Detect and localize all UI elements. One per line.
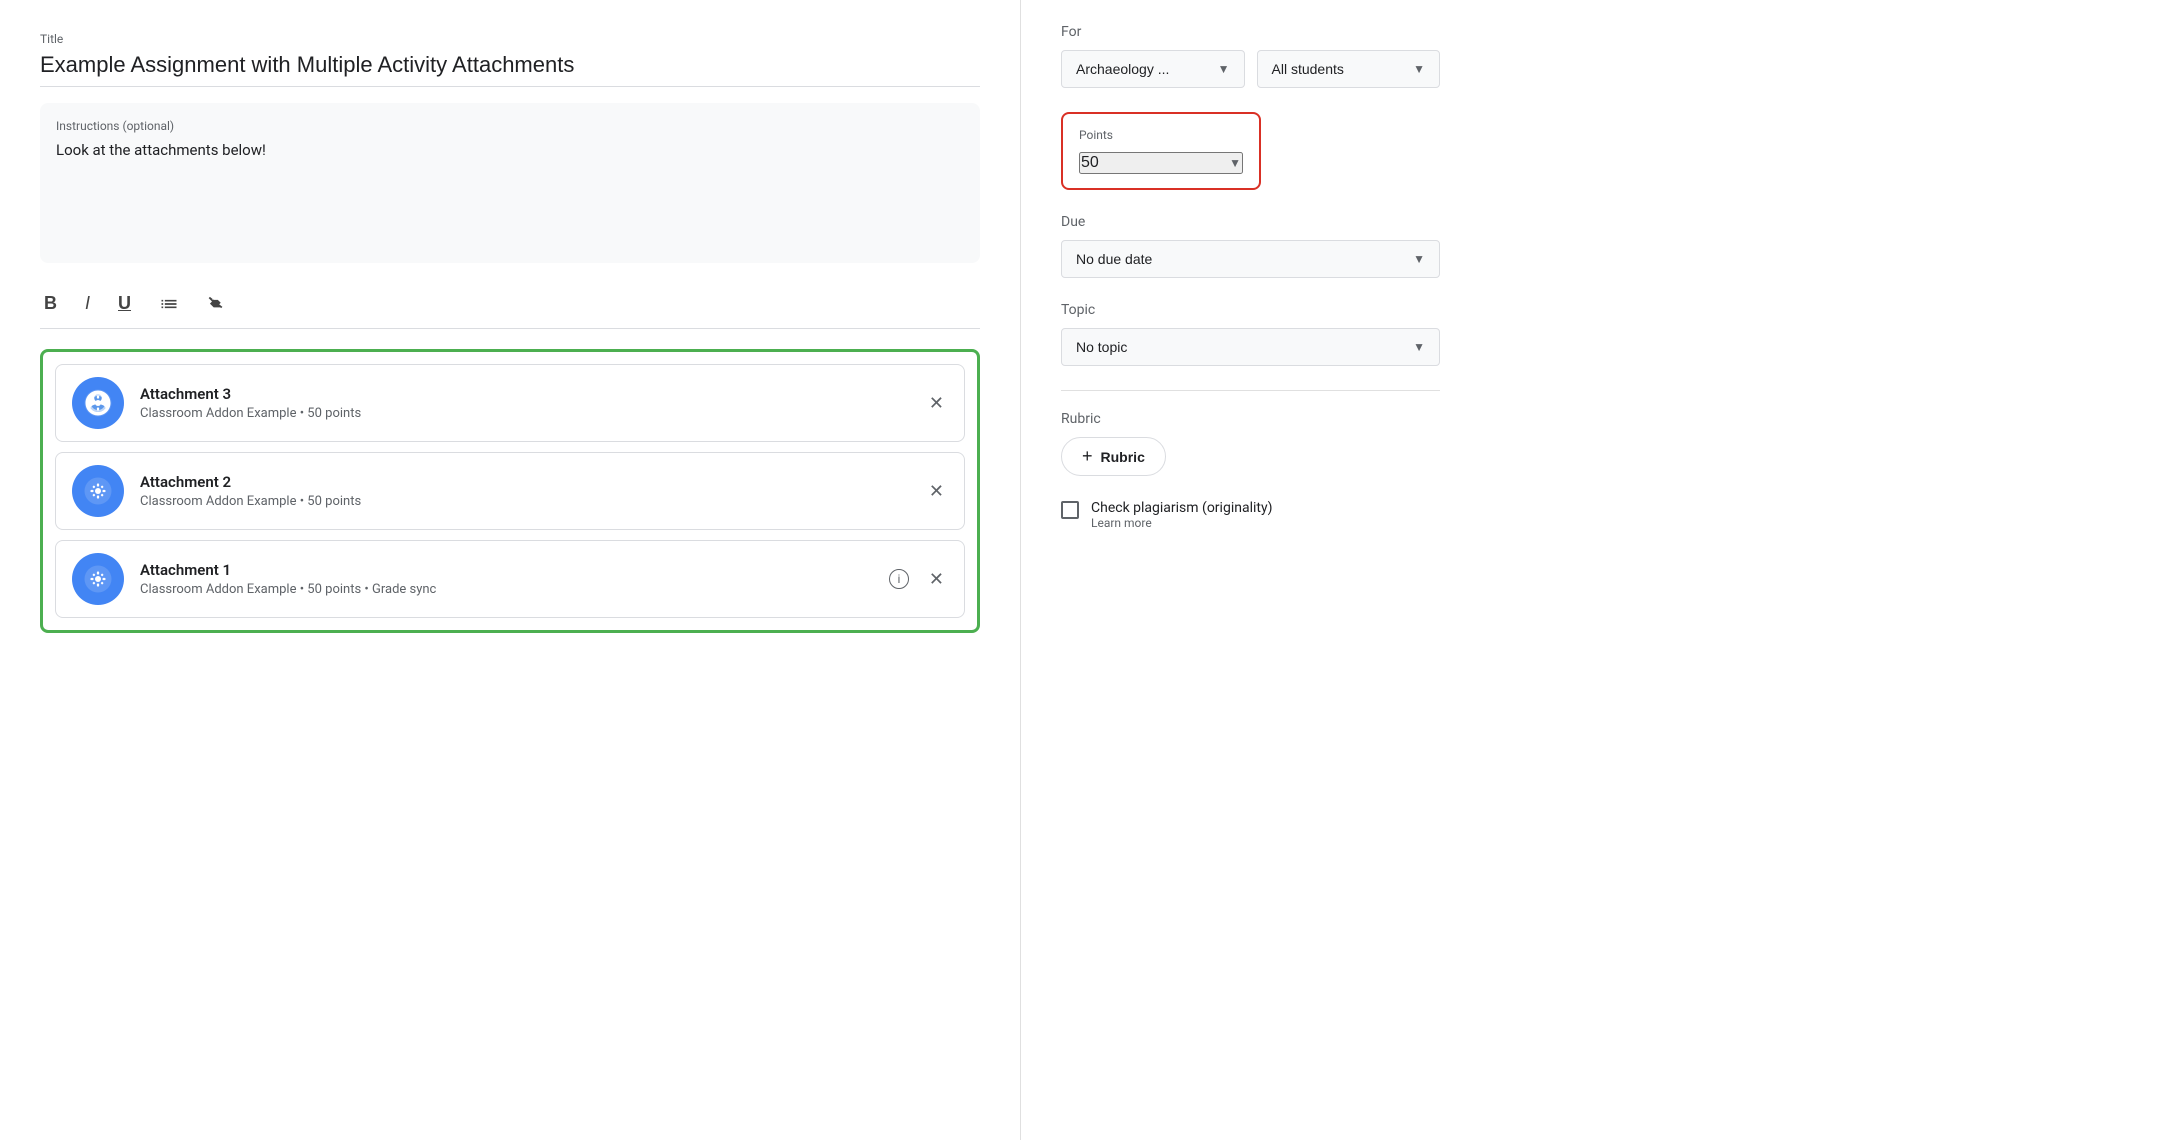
points-box: Points 50 ▼ xyxy=(1061,112,1261,190)
topic-value: No topic xyxy=(1076,339,1127,355)
points-value: 50 xyxy=(1081,154,1099,172)
students-dropdown[interactable]: All students ▼ xyxy=(1257,50,1441,88)
attachment-2-info: Attachment 2 Classroom Addon Example • 5… xyxy=(140,473,909,509)
attachment-1-info-button[interactable]: i xyxy=(885,565,913,593)
attachment-icon-3 xyxy=(72,377,124,429)
points-label: Points xyxy=(1079,128,1243,142)
attachment-2-meta: Classroom Addon Example • 50 points xyxy=(140,494,909,509)
due-chevron-icon: ▼ xyxy=(1413,252,1425,266)
plagiarism-row: Check plagiarism (originality) Learn mor… xyxy=(1061,500,1440,530)
instructions-label: Instructions (optional) xyxy=(56,119,964,133)
rubric-plus-icon: + xyxy=(1082,446,1093,467)
points-section: Points 50 ▼ xyxy=(1061,112,1440,190)
attachment-3-name: Attachment 3 xyxy=(140,385,909,403)
plagiarism-text: Check plagiarism (originality) Learn mor… xyxy=(1091,500,1272,530)
italic-button[interactable]: I xyxy=(81,289,94,318)
attachment-card-1: Attachment 1 Classroom Addon Example • 5… xyxy=(55,540,965,618)
bold-button[interactable]: B xyxy=(40,289,61,318)
right-panel: For Archaeology ... ▼ All students ▼ Poi… xyxy=(1020,0,1480,1140)
topic-chevron-icon: ▼ xyxy=(1413,340,1425,354)
due-value: No due date xyxy=(1076,251,1152,267)
rubric-section: Rubric + Rubric xyxy=(1061,411,1440,476)
topic-dropdown[interactable]: No topic ▼ xyxy=(1061,328,1440,366)
attachments-container: Attachment 3 Classroom Addon Example • 5… xyxy=(40,349,980,633)
points-chevron-icon: ▼ xyxy=(1229,156,1241,170)
plagiarism-checkbox[interactable] xyxy=(1061,501,1079,519)
divider xyxy=(1061,390,1440,391)
attachment-3-meta: Classroom Addon Example • 50 points xyxy=(140,406,909,421)
attachment-2-close-button[interactable]: ✕ xyxy=(925,477,948,506)
students-value: All students xyxy=(1272,61,1344,77)
attachment-2-name: Attachment 2 xyxy=(140,473,909,491)
due-dropdown[interactable]: No due date ▼ xyxy=(1061,240,1440,278)
attachment-1-close-button[interactable]: ✕ xyxy=(925,565,948,594)
title-label: Title xyxy=(40,32,980,46)
add-rubric-button[interactable]: + Rubric xyxy=(1061,437,1166,476)
attachment-icon-2 xyxy=(72,465,124,517)
attachment-card-3: Attachment 3 Classroom Addon Example • 5… xyxy=(55,364,965,442)
plagiarism-title: Check plagiarism (originality) xyxy=(1091,500,1272,516)
due-label: Due xyxy=(1061,214,1440,230)
info-circle-icon: i xyxy=(889,569,909,589)
clear-format-button[interactable] xyxy=(203,290,231,318)
left-panel: Title Instructions (optional) Look at th… xyxy=(0,0,1020,1140)
for-row: Archaeology ... ▼ All students ▼ xyxy=(1061,50,1440,88)
topic-label: Topic xyxy=(1061,302,1440,318)
due-section: Due No due date ▼ xyxy=(1061,214,1440,278)
learn-more-link[interactable]: Learn more xyxy=(1091,516,1272,530)
instructions-field: Instructions (optional) Look at the atta… xyxy=(40,103,980,263)
attachment-3-actions: ✕ xyxy=(925,389,948,418)
for-section: For Archaeology ... ▼ All students ▼ xyxy=(1061,24,1440,88)
instructions-text[interactable]: Look at the attachments below! xyxy=(56,141,964,159)
attachment-1-info: Attachment 1 Classroom Addon Example • 5… xyxy=(140,561,869,597)
rubric-label: Rubric xyxy=(1061,411,1440,427)
class-dropdown[interactable]: Archaeology ... ▼ xyxy=(1061,50,1245,88)
attachment-1-meta: Classroom Addon Example • 50 points • Gr… xyxy=(140,582,869,597)
title-field: Title xyxy=(40,32,980,87)
rubric-btn-label: Rubric xyxy=(1101,449,1145,465)
attachment-card-2: Attachment 2 Classroom Addon Example • 5… xyxy=(55,452,965,530)
attachment-1-actions: i ✕ xyxy=(885,565,948,594)
attachment-3-info: Attachment 3 Classroom Addon Example • 5… xyxy=(140,385,909,421)
for-label: For xyxy=(1061,24,1440,40)
list-button[interactable] xyxy=(155,290,183,318)
points-dropdown[interactable]: 50 ▼ xyxy=(1079,152,1243,174)
topic-section: Topic No topic ▼ xyxy=(1061,302,1440,366)
attachment-icon-1 xyxy=(72,553,124,605)
students-chevron-icon: ▼ xyxy=(1413,62,1425,76)
class-value: Archaeology ... xyxy=(1076,61,1169,77)
title-input[interactable] xyxy=(40,52,980,78)
attachment-1-name: Attachment 1 xyxy=(140,561,869,579)
attachment-2-actions: ✕ xyxy=(925,477,948,506)
attachment-3-close-button[interactable]: ✕ xyxy=(925,389,948,418)
text-toolbar: B I U xyxy=(40,279,980,329)
class-chevron-icon: ▼ xyxy=(1218,62,1230,76)
underline-button[interactable]: U xyxy=(114,289,135,318)
